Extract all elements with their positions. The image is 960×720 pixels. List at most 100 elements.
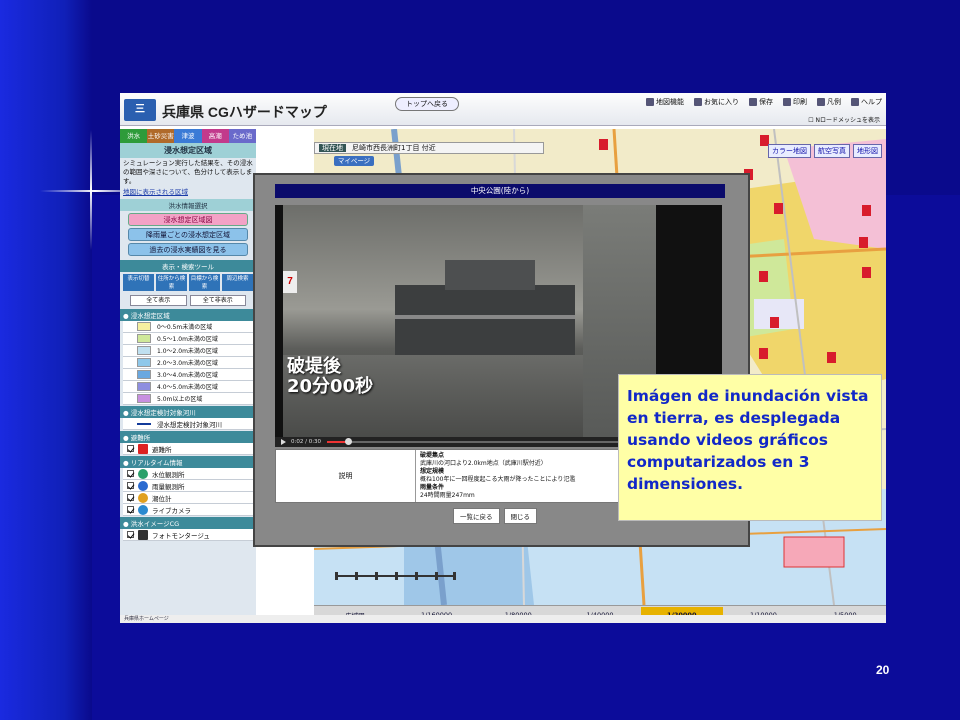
close-button[interactable]: 閉じる: [503, 508, 537, 524]
section-description: シミュレーション実行した結果を、その浸水の範囲や深さについて、色分けして表示しま…: [123, 159, 253, 185]
show-all-button[interactable]: 全て表示: [130, 295, 187, 306]
cg-header: ● 洪水イメージCG: [120, 517, 256, 529]
color-map-button[interactable]: カラー地図: [768, 144, 811, 158]
progress-knob[interactable]: [345, 438, 353, 445]
rainfall-checkbox[interactable]: [127, 482, 134, 489]
back-to-list-button[interactable]: 一覧に戻る: [453, 508, 500, 524]
water-level-icon: [138, 468, 148, 479]
prefecture-logo: 三: [124, 99, 156, 121]
slide-left-gradient: [0, 0, 92, 720]
legend-item: 0.5〜1.0m未満の区域: [123, 333, 253, 345]
zoom-tick: [375, 572, 378, 580]
mypage-button[interactable]: マイページ: [334, 156, 374, 166]
legend-swatch: [137, 334, 151, 343]
photomontage-checkbox[interactable]: [127, 531, 134, 538]
map-type-selector: カラー地図 航空写真 地形図: [768, 144, 882, 158]
legend-item: 1.0〜2.0m未満の区域: [123, 345, 253, 357]
play-icon[interactable]: [281, 439, 286, 445]
description-link[interactable]: 地図に表示される区域: [120, 187, 256, 198]
popup-buttons: 一覧に戻る 閉じる: [453, 508, 537, 524]
display-toggle-button[interactable]: 表示切替: [123, 274, 154, 291]
camera-icon: [138, 504, 148, 515]
tab-landslide[interactable]: 土砂災害: [147, 129, 175, 143]
realtime-item[interactable]: 潮位計: [123, 492, 253, 504]
building: [395, 285, 575, 355]
zoom-slider[interactable]: [325, 571, 465, 581]
river-line-icon: [137, 422, 151, 425]
tide-icon: [138, 492, 148, 503]
menu-save[interactable]: 保存: [749, 97, 773, 107]
flood-area-map-button[interactable]: 浸水想定区域図: [128, 213, 248, 226]
rainfall-icon: [138, 480, 148, 491]
menu-favorites[interactable]: お気に入り: [694, 97, 739, 107]
legend-list: 0〜0.5m未満の区域 0.5〜1.0m未満の区域 1.0〜2.0m未満の区域 …: [120, 321, 256, 405]
tab-storm-surge[interactable]: 高潮: [201, 129, 229, 143]
building-stripe: [395, 315, 575, 319]
live-camera-checkbox[interactable]: [127, 506, 134, 513]
app-header: 三 兵庫県 CGハザードマップ トップへ戻る 地図機能 お気に入り 保存 印刷 …: [120, 93, 886, 126]
legend-swatch: [137, 346, 151, 355]
menu-map-function[interactable]: 地図機能: [646, 97, 684, 107]
past-flood-button[interactable]: 過去の浸水実績図を見る: [128, 243, 248, 256]
tide-checkbox[interactable]: [127, 494, 134, 501]
mesh-checkbox[interactable]: ☐ Nロードメッシュを表示: [808, 115, 880, 124]
shelter-header: ● 避難所: [120, 431, 256, 443]
zoom-tick: [395, 572, 398, 580]
tool-header: 表示・検索ツール: [120, 260, 256, 272]
print-icon: [783, 98, 791, 106]
favorites-icon: [694, 98, 702, 106]
realtime-item[interactable]: 水位観測所: [123, 468, 253, 480]
map-function-icon: [646, 98, 654, 106]
legend-item: 2.0〜3.0m未満の区域: [123, 357, 253, 369]
realtime-item[interactable]: 雨量観測所: [123, 480, 253, 492]
description-label: 説明: [276, 450, 416, 502]
zoom-tick: [415, 572, 418, 580]
tab-tsunami[interactable]: 津波: [174, 129, 202, 143]
save-icon: [749, 98, 757, 106]
back-to-top-button[interactable]: トップへ戻る: [395, 97, 459, 111]
hazard-map-screenshot: 三 兵庫県 CGハザードマップ トップへ戻る 地図機能 お気に入り 保存 印刷 …: [120, 93, 886, 623]
legend-swatch: [137, 358, 151, 367]
realtime-item[interactable]: ライブカメラ: [123, 504, 253, 516]
legend-item: 0〜0.5m未満の区域: [123, 321, 253, 333]
zoom-tick: [435, 572, 438, 580]
sparkle-decoration-vertical: [90, 130, 92, 250]
description-panel: 説明 破堤集点 武庫川の河口より2.0km地点（武庫川駅付近） 想定規模 概ね100…: [275, 449, 625, 503]
app-title: 兵庫県 CGハザードマップ: [162, 104, 327, 120]
building: [445, 260, 535, 290]
realtime-header: ● リアルタイム情報: [120, 456, 256, 468]
legend-item: 3.0〜4.0m未満の区域: [123, 369, 253, 381]
tool-row: 表示切替 住所から検索 目標から検索 周辺検索: [120, 272, 256, 293]
store-sign: 7: [283, 271, 297, 293]
river-item: 浸水想定検討対象河川: [123, 418, 253, 430]
aerial-photo-button[interactable]: 航空写真: [814, 144, 850, 158]
show-buttons: 全て表示 全て非表示: [120, 293, 256, 308]
video-time: 0:02 / 0:30: [291, 439, 322, 445]
menu-print[interactable]: 印刷: [783, 97, 807, 107]
hazard-tabs: 洪水 土砂災害 津波 高潮 ため池: [120, 129, 257, 143]
landmark-search-button[interactable]: 目標から検索: [189, 274, 220, 291]
tab-flood[interactable]: 洪水: [120, 129, 148, 143]
info-select-header: 洪水情報選択: [120, 199, 256, 211]
menu-legend[interactable]: 凡例: [817, 97, 841, 107]
video-caption: 破堤後 20分00秒: [287, 356, 374, 397]
shelter-icon: [138, 443, 148, 454]
shelter-checkbox[interactable]: [127, 445, 134, 452]
page-number: 20: [876, 663, 890, 677]
legend-item: 4.0〜5.0m未満の区域: [123, 381, 253, 393]
tab-reservoir[interactable]: ため池: [228, 129, 257, 143]
video-progress[interactable]: [327, 438, 628, 445]
topographic-map-button[interactable]: 地形図: [853, 144, 882, 158]
sidebar: 洪水 土砂災害 津波 高潮 ため池 浸水想定区域 シミュレーション実行した結果を…: [120, 129, 257, 623]
nearby-search-button[interactable]: 周辺検索: [222, 274, 253, 291]
rainfall-area-button[interactable]: 降雨量ごとの浸水想定区域: [128, 228, 248, 241]
cg-item[interactable]: フォトモンタージュ: [123, 529, 253, 541]
section-title: 浸水想定区域: [120, 143, 256, 158]
footer-link[interactable]: 兵庫県ホームページ: [120, 615, 886, 623]
menu-help[interactable]: ヘルプ: [851, 97, 882, 107]
water-level-checkbox[interactable]: [127, 470, 134, 477]
hide-all-button[interactable]: 全て非表示: [189, 295, 246, 306]
address-search-button[interactable]: 住所から検索: [156, 274, 187, 291]
shelter-item[interactable]: 避難所: [123, 443, 253, 455]
zoom-tick: [355, 572, 358, 580]
